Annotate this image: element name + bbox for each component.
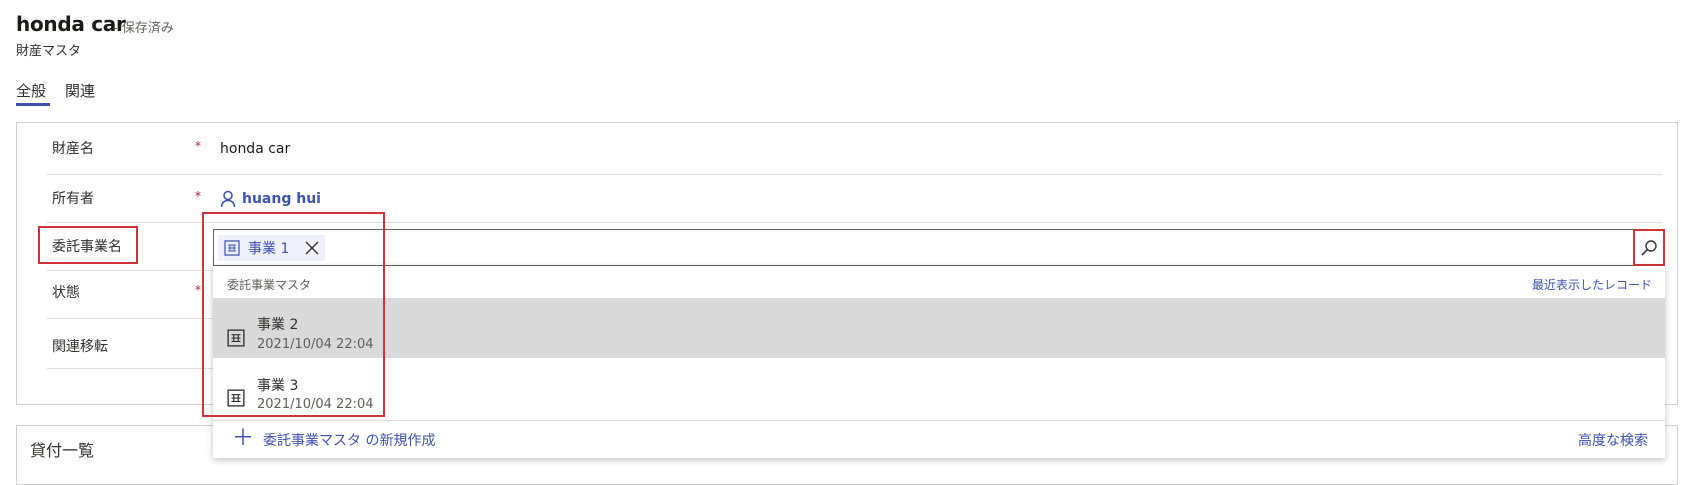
- tab-related[interactable]: 関連: [65, 80, 95, 101]
- entity-name: 財産マスタ: [16, 44, 82, 59]
- plus-icon[interactable]: ＋: [232, 428, 254, 450]
- new-record-link[interactable]: 委託事業マスタ の新規作成: [263, 430, 435, 450]
- loans-section-title: 貸付一覧: [30, 441, 95, 460]
- field-label-asset-name: 財産名: [52, 141, 94, 157]
- active-tab-indicator: [16, 103, 50, 106]
- dropdown-footer-divider: [213, 420, 1665, 421]
- field-label-owner: 所有者: [52, 191, 94, 207]
- save-status: - 保存済み: [113, 21, 174, 36]
- recent-records-link[interactable]: 最近表示したレコード: [1532, 276, 1652, 293]
- field-label-related-transfer: 関連移転: [52, 339, 108, 355]
- row-divider: [47, 174, 1662, 175]
- person-icon: [220, 190, 236, 208]
- owner-link[interactable]: huang hui: [220, 190, 321, 208]
- required-mark: *: [195, 189, 201, 203]
- highlight-box-dropdown: [202, 212, 385, 417]
- record-title: honda car: [16, 12, 126, 36]
- dropdown-item[interactable]: [213, 358, 1665, 418]
- field-label-status: 状態: [52, 285, 80, 301]
- required-mark: *: [195, 139, 201, 153]
- owner-name: huang hui: [242, 191, 321, 207]
- asset-name-field[interactable]: honda car: [220, 141, 290, 157]
- lookup-search-button[interactable]: [1633, 229, 1665, 266]
- contract-business-lookup-input[interactable]: [213, 229, 1635, 266]
- field-label-contract-business: 委託事業名: [52, 239, 122, 255]
- search-icon: [1641, 239, 1657, 256]
- dropdown-item[interactable]: [213, 298, 1665, 358]
- required-mark: *: [195, 283, 201, 297]
- tab-general[interactable]: 全般: [16, 80, 46, 101]
- advanced-search-link[interactable]: 高度な検索: [1578, 430, 1648, 450]
